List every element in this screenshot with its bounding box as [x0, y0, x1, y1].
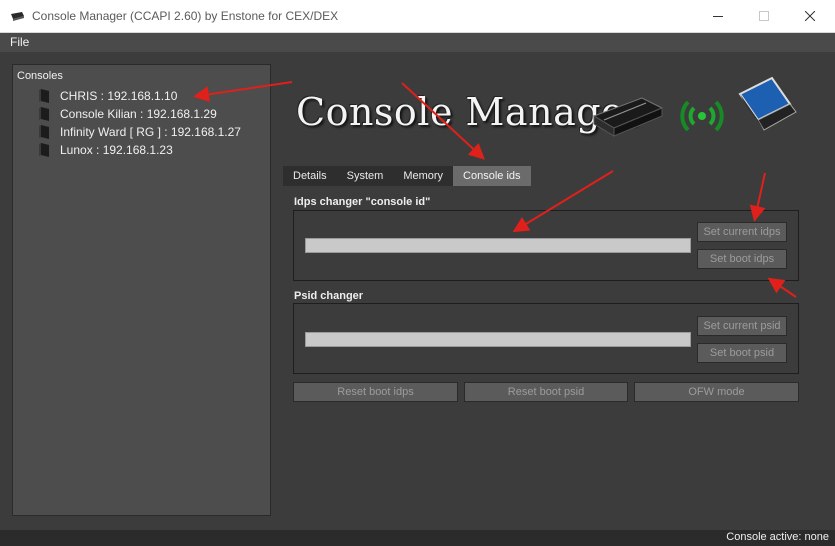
psid-input[interactable] — [305, 332, 691, 347]
minimize-icon — [713, 16, 723, 17]
console-icon — [39, 107, 49, 121]
maximize-icon — [759, 11, 769, 21]
tab-details[interactable]: Details — [283, 166, 337, 186]
maximize-button[interactable] — [741, 0, 787, 32]
ofw-mode-button[interactable]: OFW mode — [634, 382, 799, 402]
console-item[interactable]: CHRIS : 192.168.1.10 — [39, 87, 241, 105]
wifi-signal-icon — [680, 100, 724, 132]
menu-bar: File — [0, 33, 835, 52]
console-icon — [39, 89, 49, 103]
console-item[interactable]: Infinity Ward [ RG ] : 192.168.1.27 — [39, 123, 241, 141]
console-label: Lunox : 192.168.1.23 — [60, 143, 173, 157]
console-label: CHRIS : 192.168.1.10 — [60, 89, 178, 103]
consoles-header: Consoles — [17, 70, 63, 82]
minimize-button[interactable] — [695, 0, 741, 32]
close-icon — [805, 11, 815, 21]
console-label: Infinity Ward [ RG ] : 192.168.1.27 — [60, 125, 241, 139]
console-item[interactable]: Lunox : 192.168.1.23 — [39, 141, 241, 159]
tab-system[interactable]: System — [337, 166, 394, 186]
title-bar: Console Manager (CCAPI 2.60) by Enstone … — [0, 0, 835, 33]
app-icon — [11, 12, 24, 21]
console-icon — [39, 125, 49, 139]
menu-file[interactable]: File — [10, 35, 29, 49]
ps3-console-icon — [592, 97, 664, 137]
status-bar: Console active: none — [0, 530, 835, 546]
psid-group-title: Psid changer — [294, 290, 364, 302]
console-label: Console Kilian : 192.168.1.29 — [60, 107, 217, 121]
reset-boot-psid-button[interactable]: Reset boot psid — [464, 382, 628, 402]
console-list: CHRIS : 192.168.1.10 Console Kilian : 19… — [39, 87, 241, 159]
console-item[interactable]: Console Kilian : 192.168.1.29 — [39, 105, 241, 123]
idps-input[interactable] — [305, 238, 691, 253]
laptop-icon — [738, 76, 797, 131]
logo-icons — [592, 76, 797, 137]
console-icon — [39, 143, 49, 157]
set-current-psid-button[interactable]: Set current psid — [697, 316, 787, 336]
tab-memory[interactable]: Memory — [393, 166, 453, 186]
set-boot-idps-button[interactable]: Set boot idps — [697, 249, 787, 269]
set-current-idps-button[interactable]: Set current idps — [697, 222, 787, 242]
close-button[interactable] — [787, 0, 833, 32]
tab-bar: Details System Memory Console ids — [283, 166, 531, 186]
reset-boot-idps-button[interactable]: Reset boot idps — [293, 382, 458, 402]
set-boot-psid-button[interactable]: Set boot psid — [697, 343, 787, 363]
annotation-arrow — [767, 277, 797, 298]
status-text: Console active: none — [726, 531, 829, 543]
idps-group-title: Idps changer "console id" — [294, 196, 431, 208]
consoles-panel: Consoles CHRIS : 192.168.1.10 Console Ki… — [12, 64, 271, 516]
tab-console-ids[interactable]: Console ids — [453, 166, 531, 186]
window-title: Console Manager (CCAPI 2.60) by Enstone … — [32, 9, 339, 23]
